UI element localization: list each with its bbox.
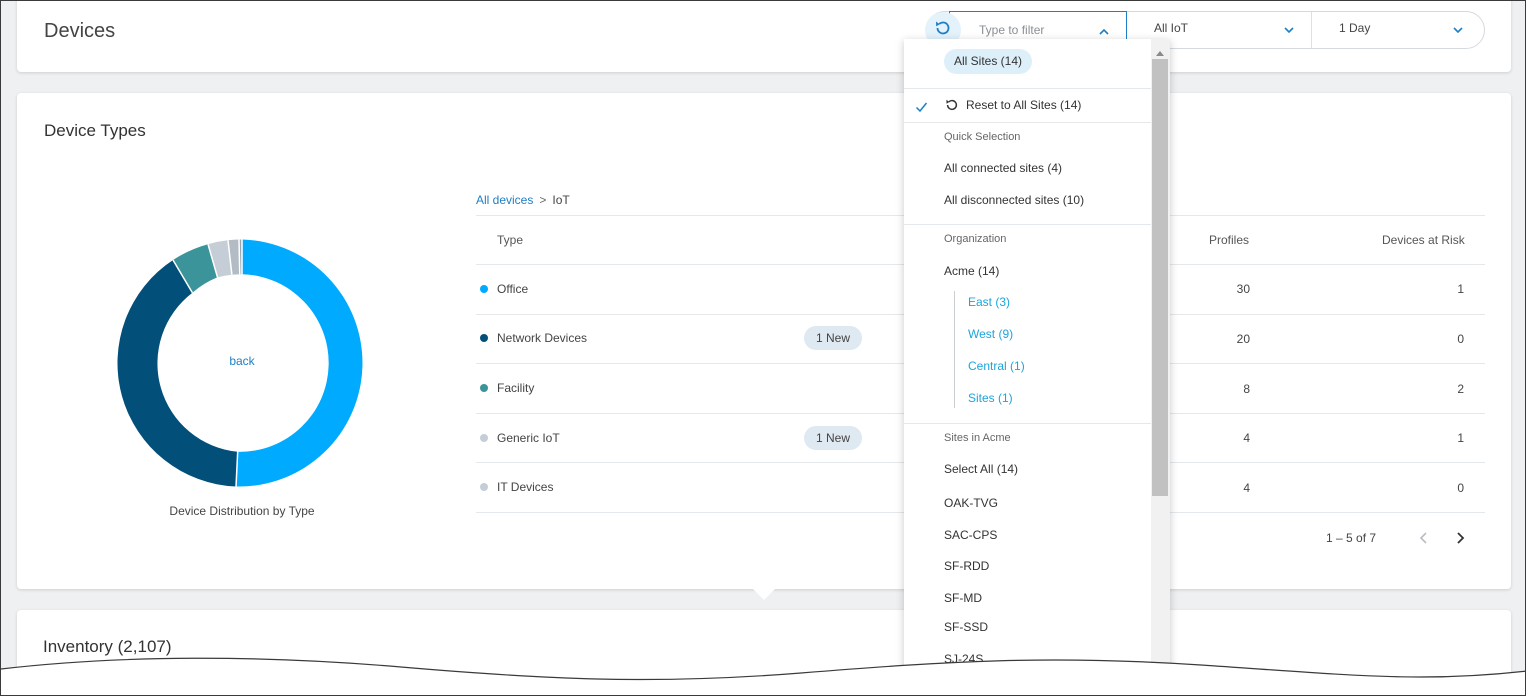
- iot-filter-select[interactable]: All IoT: [1154, 21, 1188, 35]
- torn-edge: [1, 657, 1525, 695]
- scrollbar-thumb[interactable]: [1152, 59, 1168, 496]
- chevron-left-icon[interactable]: [1418, 531, 1430, 550]
- chevron-down-icon[interactable]: [1452, 22, 1464, 40]
- risk-value: 1: [1457, 431, 1464, 445]
- profiles-value: 4: [1243, 431, 1250, 445]
- row-label-facility[interactable]: Facility: [497, 381, 534, 395]
- breadcrumb-all-devices[interactable]: All devices: [476, 193, 533, 207]
- org-child-east[interactable]: East (3): [968, 295, 1010, 309]
- app-frame: Devices Type to filter All IoT 1 Day Dev…: [0, 0, 1526, 696]
- site-option[interactable]: SAC-CPS: [944, 528, 997, 542]
- scroll-up-arrow-icon[interactable]: [1155, 44, 1165, 62]
- site-option[interactable]: SF-MD: [944, 591, 982, 605]
- pagination-range: 1 – 5 of 7: [1326, 531, 1377, 545]
- section-title: Device Types: [44, 121, 146, 140]
- donut-caption: Device Distribution by Type: [169, 504, 315, 518]
- organization-heading: Organization: [944, 233, 1007, 245]
- legend-dot: [480, 384, 488, 392]
- option-disconnected-sites[interactable]: All disconnected sites (10): [944, 193, 1084, 207]
- site-option[interactable]: OAK-TVG: [944, 496, 998, 510]
- page-title: Devices: [44, 20, 116, 42]
- donut-slice-network-devices[interactable]: [117, 260, 238, 487]
- legend-dot: [480, 483, 488, 491]
- column-header-devices-at-risk[interactable]: Devices at Risk: [1382, 233, 1465, 247]
- reset-all-sites-option[interactable]: Reset to All Sites (14): [966, 98, 1081, 112]
- time-range-select[interactable]: 1 Day: [1339, 21, 1370, 35]
- quick-selection-heading: Quick Selection: [944, 131, 1021, 143]
- org-child-central[interactable]: Central (1): [968, 359, 1025, 373]
- option-connected-sites[interactable]: All connected sites (4): [944, 161, 1062, 175]
- site-option[interactable]: SF-RDD: [944, 559, 989, 573]
- filter-divider: [1311, 12, 1312, 48]
- row-label-it-devices[interactable]: IT Devices: [497, 480, 553, 494]
- refresh-icon: [944, 97, 960, 118]
- breadcrumb-separator: >: [539, 193, 547, 207]
- org-child-sites[interactable]: Sites (1): [968, 391, 1013, 405]
- profiles-value: 4: [1243, 481, 1250, 495]
- breadcrumb-current: IoT: [552, 193, 570, 207]
- risk-value: 0: [1457, 332, 1464, 346]
- row-label-office[interactable]: Office: [497, 282, 528, 296]
- profiles-value: 30: [1236, 282, 1250, 296]
- site-filter-placeholder: Type to filter: [979, 23, 1045, 37]
- legend-dot: [480, 434, 488, 442]
- divider: [904, 423, 1151, 424]
- sites-in-acme-heading: Sites in Acme: [944, 432, 1011, 444]
- new-badge: 1 New: [804, 426, 862, 450]
- legend-dot: [480, 334, 488, 342]
- org-child-west[interactable]: West (9): [968, 327, 1013, 341]
- all-sites-chip[interactable]: All Sites (14): [944, 49, 1033, 74]
- divider: [904, 88, 1151, 89]
- tree-connector: [954, 291, 955, 408]
- legend-dot: [480, 285, 488, 293]
- site-option[interactable]: SF-SSD: [944, 620, 988, 634]
- card-pointer: [751, 587, 777, 600]
- chevron-right-icon[interactable]: [1454, 531, 1466, 550]
- select-all-sites-option[interactable]: Select All (14): [944, 462, 1018, 476]
- divider: [904, 224, 1151, 225]
- risk-value: 2: [1457, 382, 1464, 396]
- column-header-profiles[interactable]: Profiles: [1209, 233, 1249, 247]
- new-badge: 1 New: [804, 326, 862, 350]
- check-icon: [915, 100, 928, 118]
- org-acme-option[interactable]: Acme (14): [944, 264, 999, 278]
- profiles-value: 8: [1243, 382, 1250, 396]
- profiles-value: 20: [1236, 332, 1250, 346]
- row-label-generic-iot[interactable]: Generic IoT: [497, 431, 560, 445]
- column-header-type[interactable]: Type: [497, 233, 523, 247]
- risk-value: 0: [1457, 481, 1464, 495]
- row-label-network-devices[interactable]: Network Devices: [497, 331, 587, 345]
- donut-back-link[interactable]: back: [201, 354, 283, 368]
- risk-value: 1: [1457, 282, 1464, 296]
- divider: [904, 122, 1151, 123]
- breadcrumb: All devices > IoT: [476, 193, 570, 207]
- chevron-down-icon[interactable]: [1283, 22, 1295, 40]
